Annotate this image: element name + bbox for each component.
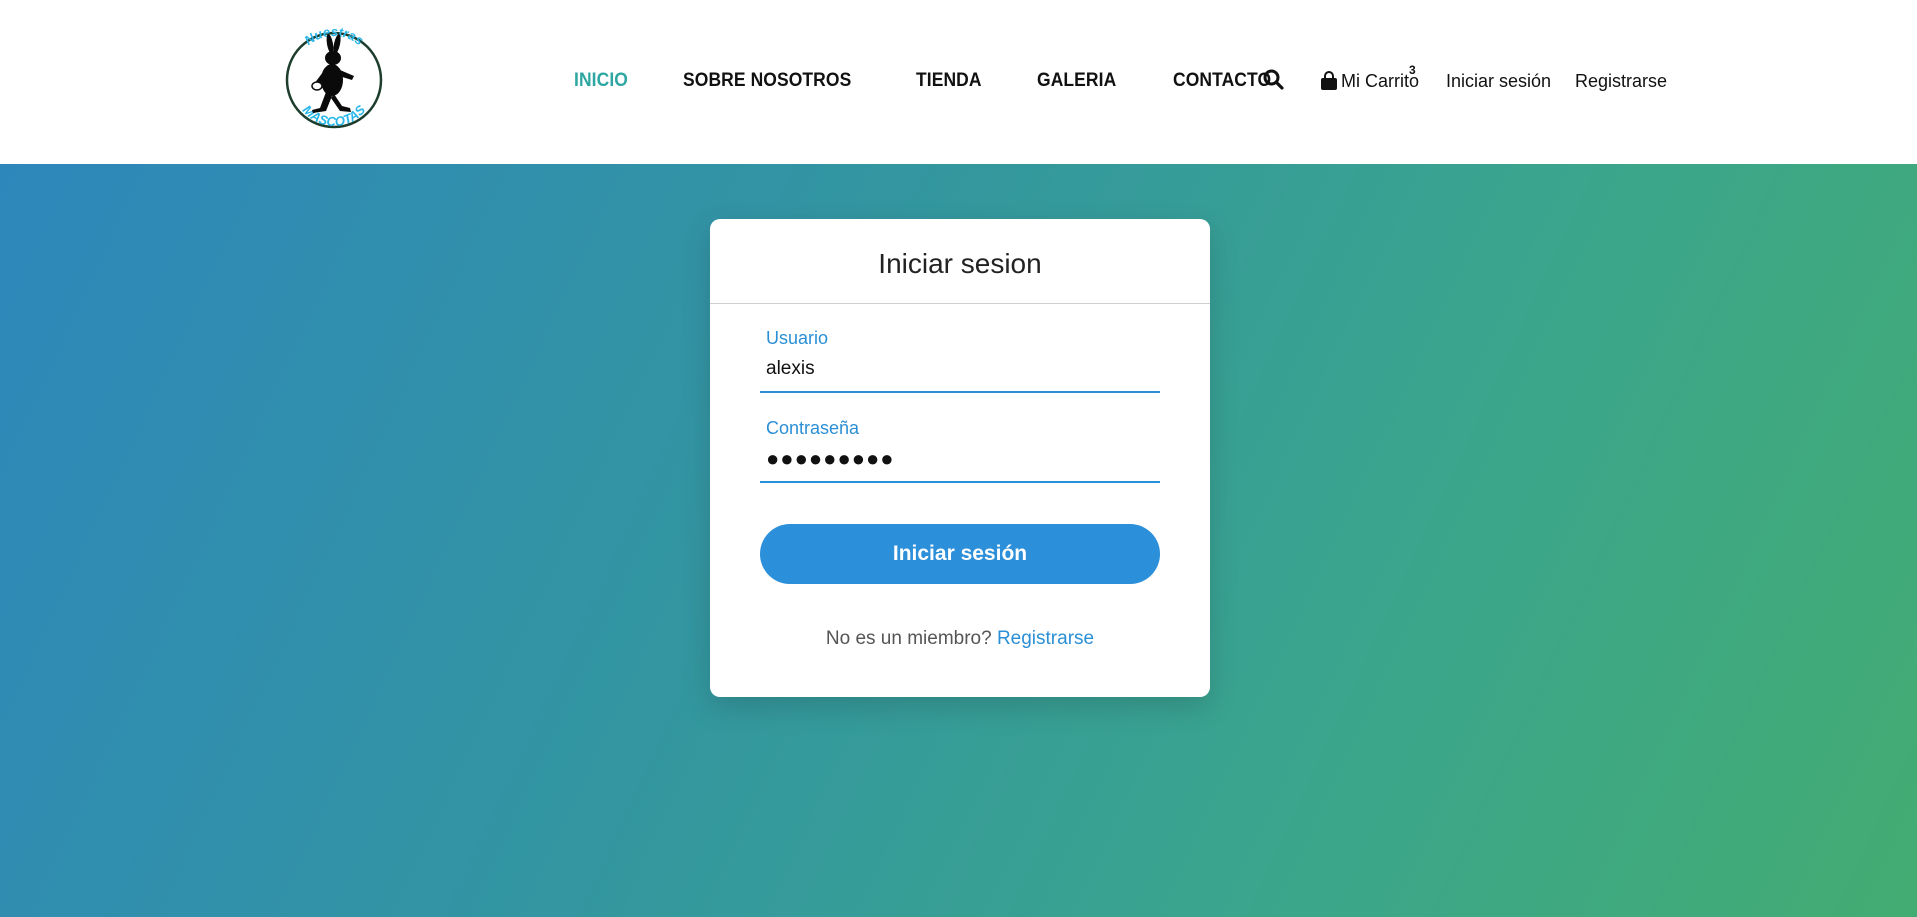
logo-bottom-text: MASCOTAS [300, 102, 369, 129]
search-icon [1263, 69, 1284, 90]
register-link[interactable]: Registrarse [1575, 68, 1667, 94]
nav-item-galeria[interactable]: GALERIA [1037, 70, 1116, 92]
search-button[interactable] [1262, 68, 1286, 92]
nav-item-sobre-nosotros[interactable]: SOBRE NOSOTROS [683, 70, 851, 92]
site-header: Nuestras MASCOTAS INICIO SOBRE NOSOTROS … [0, 0, 1917, 164]
nav-item-inicio[interactable]: INICIO [574, 70, 628, 92]
username-label: Usuario [766, 328, 829, 348]
signup-prompt-text: No es un miembro? [825, 628, 992, 649]
main-nav: INICIO SOBRE NOSOTROS TIENDA GALERIA CON… [574, 68, 1280, 94]
signup-prompt-line: No es un miembro? Registrarse [710, 628, 1210, 650]
login-submit-button[interactable]: Iniciar sesión [760, 524, 1160, 584]
login-title: Iniciar sesion [710, 219, 1210, 304]
svg-text:MASCOTAS: MASCOTAS [300, 102, 369, 129]
login-card: Iniciar sesion Usuario Contraseña Inicia… [710, 219, 1210, 697]
site-logo[interactable]: Nuestras MASCOTAS [282, 24, 386, 132]
password-field-group: Contraseña [760, 417, 1160, 483]
cart-link[interactable]: Mi Carrito [1320, 68, 1419, 94]
cart-label: Mi Carrito [1341, 70, 1420, 91]
rabbit-logo-icon: Nuestras MASCOTAS [285, 24, 383, 129]
shopping-bag-icon [1321, 71, 1337, 90]
username-field-group: Usuario [760, 327, 1160, 393]
password-label: Contraseña [766, 418, 860, 438]
username-input[interactable] [760, 357, 1160, 393]
signup-link[interactable]: Registrarse [997, 628, 1094, 649]
nav-item-tienda[interactable]: TIENDA [916, 70, 982, 92]
nav-item-contacto[interactable]: CONTACTO [1173, 70, 1271, 92]
login-link[interactable]: Iniciar sesión [1446, 68, 1551, 94]
cart-count-badge: 3 [1409, 63, 1416, 77]
password-input[interactable] [760, 447, 1160, 483]
